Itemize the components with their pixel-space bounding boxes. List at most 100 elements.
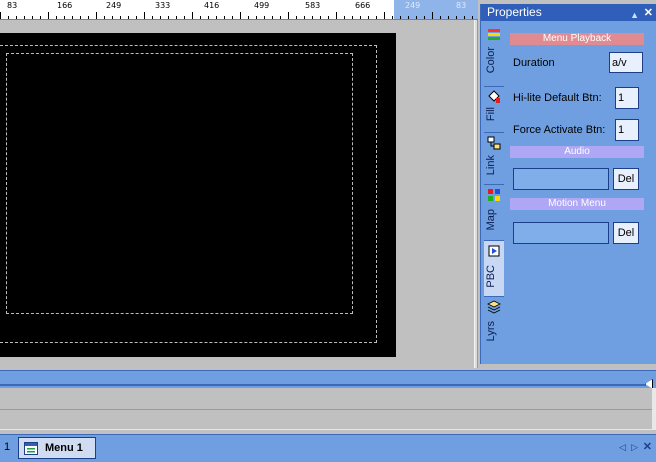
timeline-scrollbar[interactable] [652,388,656,430]
ruler-tick [104,16,105,19]
ruler-tick [408,16,409,19]
menu-stage[interactable] [0,33,396,357]
ruler-tick [264,16,265,19]
motion-menu-del-button[interactable]: Del [613,222,639,244]
ruler-tick [288,12,289,19]
ruler-tick [40,16,41,19]
menu-playback-header: Menu Playback [510,33,644,45]
ruler-label: 499 [254,1,270,10]
ruler-tick [184,16,185,19]
tab-map[interactable]: Map [484,185,504,241]
tab-fill-label: Fill [485,107,497,122]
tab-layers[interactable]: Lyrs [484,297,504,357]
ruler-tick [352,16,353,19]
ruler-label: 249 [106,1,122,10]
ruler-tick [32,16,33,19]
audio-field[interactable] [513,168,609,190]
timeline-track[interactable] [0,410,656,430]
ruler-tick [224,16,225,19]
ruler-label: 583 [305,1,321,10]
audio-del-button[interactable]: Del [613,168,639,190]
tab-link[interactable]: Link [484,133,504,185]
ruler-tick [328,16,329,19]
ruler-tick [16,16,17,19]
timeline-track[interactable] [0,388,656,410]
ruler-tick [216,16,217,19]
ruler-tick [24,16,25,19]
canvas-scrollbar[interactable] [474,20,478,368]
ruler-tick [200,16,201,19]
ruler-tick [416,16,417,19]
tab-map-label: Map [485,209,497,231]
ruler-tick [8,16,9,19]
title-safe-area [6,53,353,314]
properties-vertical-tabs: Color Fill Link Map PBC Lyrs [484,25,504,361]
timeline-line [0,384,646,386]
ruler-tick [72,16,73,19]
ruler-tick [160,16,161,19]
ruler-tick [456,16,457,19]
duration-field[interactable] [609,52,643,73]
ruler-tick [464,16,465,19]
tab-color[interactable]: Color [484,25,504,87]
properties-title: Properties [487,5,542,19]
ruler-tick [440,16,441,19]
ruler-label: 83 [456,1,467,10]
tab-link-label: Link [485,155,497,176]
ruler-tick [336,12,337,19]
ruler-tick [400,16,401,19]
ruler-tick [256,16,257,19]
properties-title-bar: Properties ▲ ✕ [481,4,656,21]
ruler-tick [152,16,153,19]
close-icon[interactable]: ✕ [643,440,652,453]
pin-icon[interactable]: ▲ [630,7,639,24]
ruler-label: 166 [57,1,73,10]
close-icon[interactable]: ✕ [644,5,653,22]
ruler-tick [208,16,209,19]
ruler-tick [0,12,1,19]
next-arrow-icon[interactable]: ▷ [631,442,638,453]
ruler-tick [128,16,129,19]
tab-pbc-label: PBC [485,265,497,288]
page-number: 1 [4,441,11,453]
force-activate-btn-field[interactable] [615,119,639,141]
ruler-label: 249 [405,1,421,10]
audio-header: Audio [510,146,644,158]
ruler-tick [280,16,281,19]
prev-arrow-icon[interactable]: ◁ [619,442,626,453]
ruler-tick [376,16,377,19]
ruler-tick [88,16,89,19]
ruler-tick [168,16,169,19]
canvas-area[interactable] [0,20,478,368]
tab-pbc[interactable]: PBC [484,241,504,297]
ruler-tick [240,12,241,19]
properties-panel: Properties ▲ ✕ Color Fill Link Map PBC L… [480,4,656,364]
ruler-tick [360,16,361,19]
hilite-default-btn-field[interactable] [615,87,639,109]
ruler-tick [384,12,385,19]
tab-fill[interactable]: Fill [484,87,504,133]
tab-menu-1[interactable]: Menu 1 [18,437,96,459]
ruler-label: 83 [7,1,18,10]
pbc-icon [488,245,500,257]
ruler-tick [432,12,433,19]
menu-icon [24,442,38,455]
timeline-bar[interactable] [0,370,656,389]
link-icon [487,136,501,150]
ruler-tick [64,16,65,19]
ruler-label: 416 [204,1,220,10]
ruler-label: 666 [355,1,371,10]
ruler-tick [320,16,321,19]
ruler-tick [368,16,369,19]
tab-menu-1-label: Menu 1 [45,442,83,454]
ruler-tick [304,16,305,19]
ruler-tick [344,16,345,19]
hilite-default-btn-label: Hi-lite Default Btn: [513,92,602,104]
tab-color-label: Color [485,47,497,74]
ruler-tick [48,12,49,19]
motion-menu-field[interactable] [513,222,609,244]
ruler-tick [120,16,121,19]
duration-label: Duration [513,57,555,69]
force-activate-btn-label: Force Activate Btn: [513,124,606,136]
ruler-tick [96,12,97,19]
